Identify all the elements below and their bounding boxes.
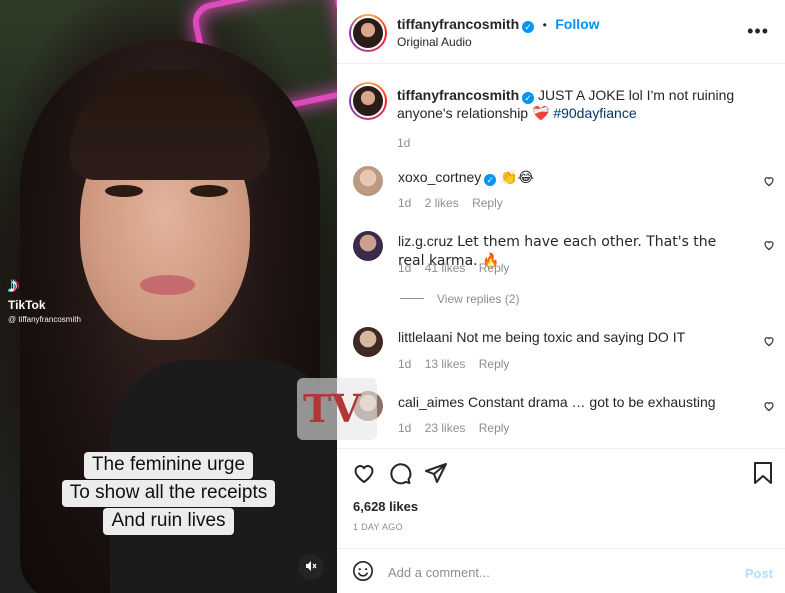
- commenter-avatar[interactable]: [353, 231, 383, 261]
- comment-time: 1d: [398, 421, 412, 435]
- verified-icon: ✓: [484, 174, 497, 186]
- caption-avatar[interactable]: [349, 82, 387, 120]
- like-comment-heart-icon[interactable]: [763, 175, 775, 187]
- mending-heart-icon: ❤️‍🩹: [531, 106, 550, 122]
- reply-button[interactable]: Reply: [479, 357, 510, 371]
- emoji-smiley-icon[interactable]: [352, 560, 374, 582]
- comment-input[interactable]: [388, 559, 728, 585]
- lips: [140, 275, 195, 295]
- comment-text: Not me being toxic and saying DO IT: [456, 329, 686, 345]
- post-panel: tiffanyfrancosmith ✓ • Follow Original Au…: [337, 0, 785, 593]
- post-actions: 6,628 likes 1 DAY AGO: [337, 448, 785, 548]
- comment-time: 1d: [398, 357, 412, 371]
- tiktok-handle: @ tiffanyfrancosmith: [8, 315, 81, 324]
- right-eye: [190, 185, 228, 197]
- author-username[interactable]: tiffanyfrancosmith: [397, 16, 519, 32]
- reply-button[interactable]: Reply: [479, 261, 510, 275]
- comment-text: 👏😂: [500, 170, 534, 186]
- left-eye: [105, 185, 143, 197]
- comment-likes[interactable]: 41 likes: [425, 261, 466, 275]
- comment-likes[interactable]: 23 likes: [425, 421, 466, 435]
- video-caption: The feminine urge To show all the receip…: [0, 452, 337, 536]
- comment-bubble-icon[interactable]: [388, 461, 412, 485]
- like-comment-heart-icon[interactable]: [763, 400, 775, 412]
- comment-username[interactable]: littlelaani: [398, 329, 452, 345]
- comment-likes[interactable]: 2 likes: [425, 196, 459, 210]
- post-header: tiffanyfrancosmith ✓ • Follow Original Au…: [337, 0, 785, 64]
- likes-count[interactable]: 6,628 likes: [353, 499, 418, 514]
- reply-button[interactable]: Reply: [479, 421, 510, 435]
- author-avatar[interactable]: [349, 14, 387, 52]
- comment-text: Constant drama … got to be exhausting: [468, 394, 716, 410]
- caption-username[interactable]: tiffanyfrancosmith: [397, 87, 519, 103]
- video-caption-line: And ruin lives: [103, 508, 234, 535]
- caption-time: 1d: [397, 136, 411, 150]
- comment-username[interactable]: liz.g.cruz: [398, 233, 453, 249]
- tiktok-logo-icon: ♪: [8, 272, 19, 297]
- post-caption: tiffanyfrancosmith ✓ JUST A JOKE lol I'm …: [397, 86, 767, 150]
- replies-divider: [400, 298, 424, 299]
- comment-bar: Post: [337, 548, 785, 593]
- separator-dot: •: [542, 18, 547, 32]
- save-bookmark-icon[interactable]: [753, 461, 773, 485]
- post-comment-button[interactable]: Post: [745, 566, 773, 581]
- post-date: 1 DAY AGO: [353, 522, 403, 532]
- comment-time: 1d: [398, 261, 412, 275]
- comment-username[interactable]: cali_aimes: [398, 394, 464, 410]
- commenter-avatar[interactable]: [353, 166, 383, 196]
- comment-time: 1d: [398, 196, 412, 210]
- mute-icon: [306, 561, 317, 571]
- view-replies-button[interactable]: View replies (2): [437, 292, 519, 306]
- verified-icon: ✓: [522, 92, 535, 104]
- tv-watermark: TV: [297, 378, 377, 440]
- mute-button[interactable]: [298, 554, 324, 580]
- like-heart-icon[interactable]: [352, 461, 376, 485]
- video-caption-line: To show all the receipts: [61, 480, 276, 507]
- follow-button[interactable]: Follow: [555, 16, 599, 32]
- verified-icon: ✓: [522, 21, 535, 33]
- comment-likes[interactable]: 13 likes: [425, 357, 466, 371]
- like-comment-heart-icon[interactable]: [763, 239, 775, 251]
- comment-username[interactable]: xoxo_cortney: [398, 169, 481, 185]
- more-options-icon[interactable]: •••: [747, 22, 769, 40]
- video-caption-line: The feminine urge: [83, 452, 254, 479]
- audio-label[interactable]: Original Audio: [397, 35, 472, 49]
- like-comment-heart-icon[interactable]: [763, 335, 775, 347]
- tiktok-watermark: ♪ TikTok @ tiffanyfrancosmith: [8, 272, 81, 325]
- tiktok-brand: TikTok: [8, 298, 46, 312]
- post-media[interactable]: ♪ TikTok @ tiffanyfrancosmith The femini…: [0, 0, 337, 593]
- reply-button[interactable]: Reply: [472, 196, 503, 210]
- commenter-avatar[interactable]: [353, 327, 383, 357]
- hashtag-link[interactable]: #90dayfiance: [553, 105, 636, 121]
- share-paper-plane-icon[interactable]: [424, 461, 448, 485]
